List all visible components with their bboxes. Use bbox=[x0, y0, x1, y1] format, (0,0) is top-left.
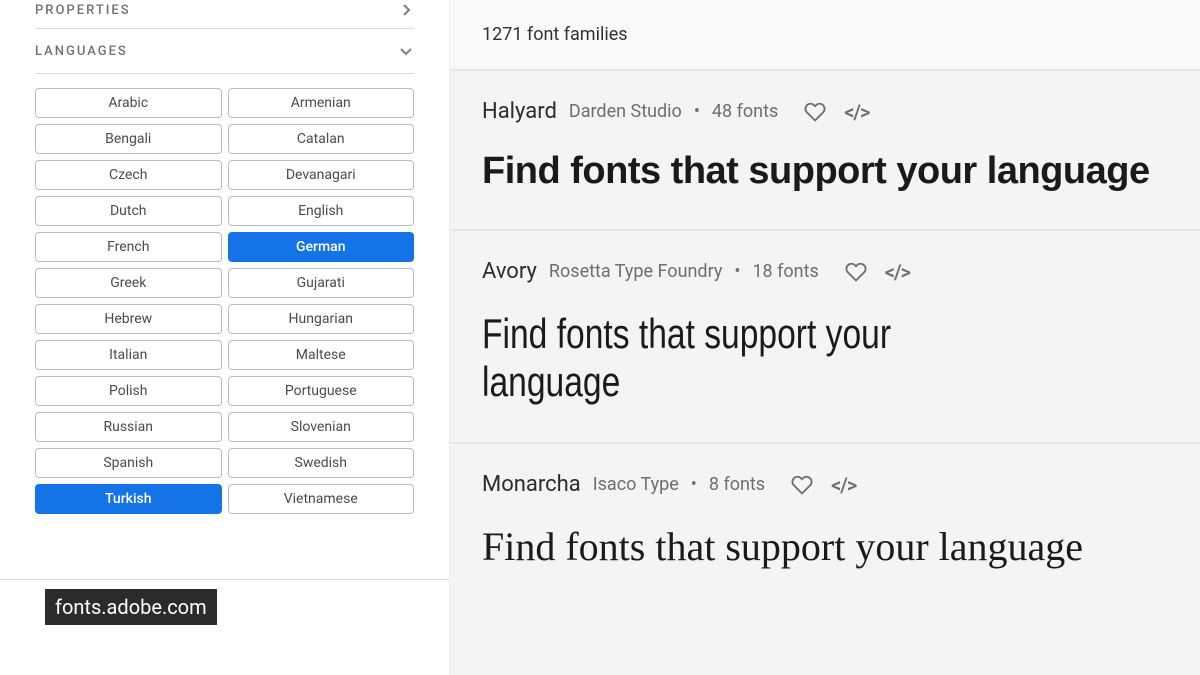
language-chip-turkish[interactable]: Turkish bbox=[35, 484, 222, 514]
heart-icon[interactable] bbox=[845, 260, 867, 284]
language-chip-catalan[interactable]: Catalan bbox=[228, 124, 415, 154]
font-name: Monarcha bbox=[482, 472, 581, 497]
chevron-down-icon bbox=[398, 43, 414, 59]
font-sample: Find fonts that support your language bbox=[482, 150, 1168, 193]
code-icon[interactable]: </> bbox=[844, 100, 869, 124]
code-icon[interactable]: </> bbox=[831, 473, 856, 497]
font-foundry: Isaco Type bbox=[593, 474, 679, 495]
language-chip-czech[interactable]: Czech bbox=[35, 160, 222, 190]
code-icon[interactable]: </> bbox=[885, 260, 910, 284]
font-results-list: Halyard Darden Studio • 48 fonts </> Find fon… bbox=[450, 69, 1200, 606]
languages-grid: ArabicArmenianBengaliCatalanCzechDevanag… bbox=[35, 88, 414, 514]
language-chip-russian[interactable]: Russian bbox=[35, 412, 222, 442]
results-count: 1271 font families bbox=[450, 0, 1200, 69]
font-meta: Avory Rosetta Type Foundry • 18 fonts </> bbox=[482, 259, 1168, 284]
language-chip-german[interactable]: German bbox=[228, 232, 415, 262]
language-chip-portuguese[interactable]: Portuguese bbox=[228, 376, 415, 406]
languages-section-content: ArabicArmenianBengaliCatalanCzechDevanag… bbox=[35, 88, 414, 514]
language-chip-hungarian[interactable]: Hungarian bbox=[228, 304, 415, 334]
heart-icon[interactable] bbox=[791, 473, 813, 497]
section-properties-header[interactable]: PROPERTIES bbox=[35, 0, 414, 29]
section-languages-label: LANGUAGES bbox=[35, 44, 128, 59]
language-chip-english[interactable]: English bbox=[228, 196, 415, 226]
heart-icon[interactable] bbox=[804, 100, 826, 124]
separator-dot: • bbox=[734, 261, 740, 282]
font-count: 8 fonts bbox=[709, 474, 765, 495]
section-properties-label: PROPERTIES bbox=[35, 3, 131, 18]
language-chip-dutch[interactable]: Dutch bbox=[35, 196, 222, 226]
language-chip-vietnamese[interactable]: Vietnamese bbox=[228, 484, 415, 514]
font-meta: Halyard Darden Studio • 48 fonts </> bbox=[482, 99, 1168, 124]
language-chip-armenian[interactable]: Armenian bbox=[228, 88, 415, 118]
separator-dot: • bbox=[691, 474, 697, 495]
language-chip-maltese[interactable]: Maltese bbox=[228, 340, 415, 370]
font-count: 18 fonts bbox=[752, 261, 818, 282]
divider bbox=[0, 579, 449, 580]
font-name: Avory bbox=[482, 259, 537, 284]
font-card-monarcha[interactable]: Monarcha Isaco Type • 8 fonts </> Find fonts … bbox=[450, 442, 1200, 606]
language-chip-greek[interactable]: Greek bbox=[35, 268, 222, 298]
language-chip-spanish[interactable]: Spanish bbox=[35, 448, 222, 478]
language-chip-polish[interactable]: Polish bbox=[35, 376, 222, 406]
filters-sidebar: PROPERTIES LANGUAGES ArabicArmenianBenga… bbox=[0, 0, 450, 675]
font-foundry: Darden Studio bbox=[569, 101, 682, 122]
font-count: 48 fonts bbox=[712, 101, 778, 122]
language-chip-devanagari[interactable]: Devanagari bbox=[228, 160, 415, 190]
results-main: 1271 font families Halyard Darden Studio •… bbox=[450, 0, 1200, 675]
font-name: Halyard bbox=[482, 99, 557, 124]
font-sample: Find fonts that support your language bbox=[482, 310, 1031, 406]
language-chip-hebrew[interactable]: Hebrew bbox=[35, 304, 222, 334]
language-chip-arabic[interactable]: Arabic bbox=[35, 88, 222, 118]
font-card-avory[interactable]: Avory Rosetta Type Foundry • 18 fonts </> Fin… bbox=[450, 229, 1200, 442]
font-meta: Monarcha Isaco Type • 8 fonts </> bbox=[482, 472, 1168, 497]
font-card-halyard[interactable]: Halyard Darden Studio • 48 fonts </> Find fon… bbox=[450, 69, 1200, 229]
section-languages-header[interactable]: LANGUAGES bbox=[35, 29, 414, 74]
language-chip-gujarati[interactable]: Gujarati bbox=[228, 268, 415, 298]
font-foundry: Rosetta Type Foundry bbox=[549, 261, 722, 282]
separator-dot: • bbox=[694, 101, 700, 122]
chevron-right-icon bbox=[398, 2, 414, 18]
url-badge: fonts.adobe.com bbox=[45, 589, 217, 625]
language-chip-slovenian[interactable]: Slovenian bbox=[228, 412, 415, 442]
language-chip-bengali[interactable]: Bengali bbox=[35, 124, 222, 154]
font-sample: Find fonts that support your language bbox=[482, 523, 1168, 570]
language-chip-swedish[interactable]: Swedish bbox=[228, 448, 415, 478]
language-chip-italian[interactable]: Italian bbox=[35, 340, 222, 370]
language-chip-french[interactable]: French bbox=[35, 232, 222, 262]
